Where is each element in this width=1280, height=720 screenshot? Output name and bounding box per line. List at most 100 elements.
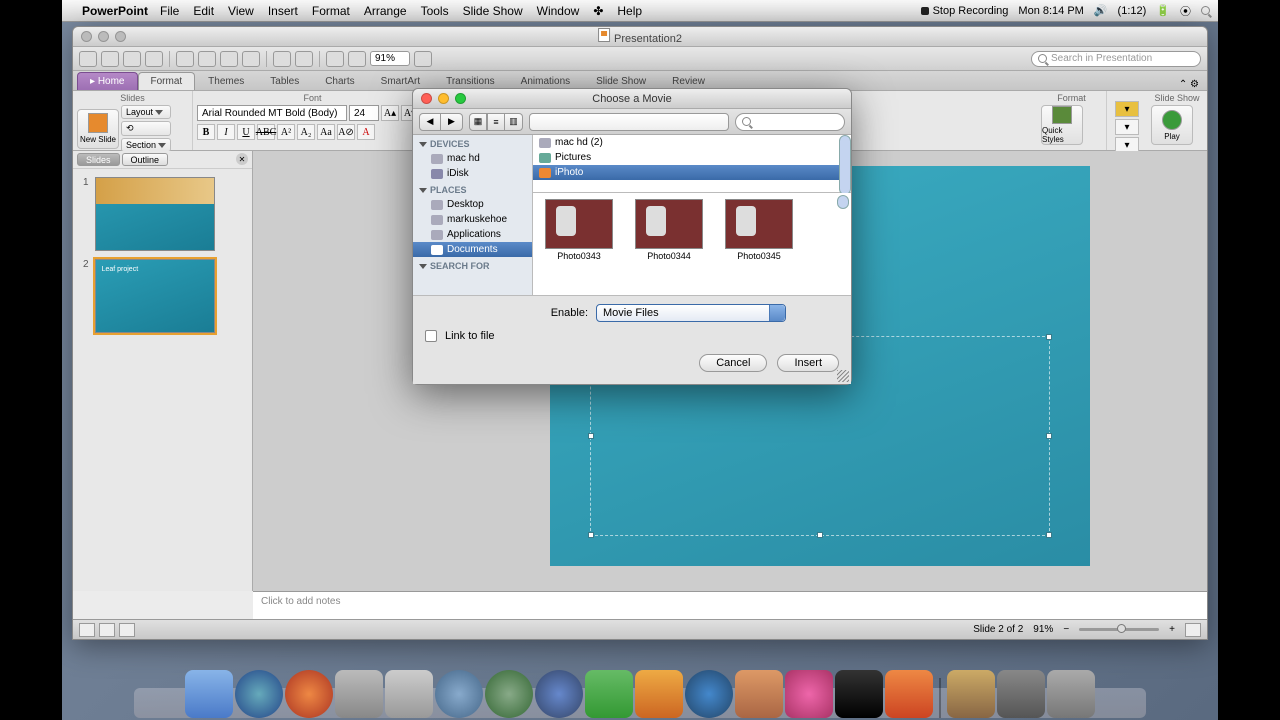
menu-arrange[interactable]: Arrange — [364, 4, 407, 18]
redo-button[interactable] — [295, 51, 313, 67]
menu-slideshow[interactable]: Slide Show — [463, 4, 523, 18]
dock-app7[interactable] — [785, 670, 833, 718]
sidebar-item-documents[interactable]: Documents — [413, 242, 532, 257]
link-to-file-checkbox[interactable] — [425, 330, 437, 342]
list-view-button[interactable]: ≡ — [487, 113, 505, 131]
format-painter-button[interactable] — [242, 51, 260, 67]
sidebar-item-home[interactable]: markuskehoe — [413, 212, 532, 227]
col-item-iphoto[interactable]: iPhoto — [533, 165, 851, 180]
path-select[interactable] — [529, 113, 729, 131]
icon-view-button[interactable]: ▦ — [469, 113, 487, 131]
zoom-select[interactable]: 91% — [370, 51, 410, 66]
tab-charts[interactable]: Charts — [312, 72, 367, 90]
dock-app8[interactable] — [835, 670, 883, 718]
dialog-minimize-button[interactable] — [438, 93, 449, 104]
superscript-button[interactable]: A² — [277, 124, 295, 140]
sidebar-item-desktop[interactable]: Desktop — [413, 197, 532, 212]
menu-window[interactable]: Window — [537, 4, 580, 18]
help-button[interactable] — [414, 51, 432, 67]
layout-button[interactable]: Layout — [121, 105, 171, 119]
sidebar-item-idisk[interactable]: iDisk — [413, 166, 532, 181]
tab-themes[interactable]: Themes — [195, 72, 257, 90]
enable-select[interactable]: Movie Files — [596, 304, 786, 322]
grid-scrollbar[interactable] — [837, 195, 849, 209]
new-button[interactable] — [79, 51, 97, 67]
nav-forward-button[interactable]: ▶ — [441, 113, 463, 131]
column-scrollbar[interactable] — [839, 135, 851, 195]
fit-button[interactable] — [1185, 623, 1201, 637]
line-button[interactable]: ▾ — [1115, 119, 1139, 135]
dock-folder2[interactable] — [997, 670, 1045, 718]
col-item-machd2[interactable]: mac hd (2) — [533, 135, 851, 150]
spotlight-icon[interactable] — [1201, 6, 1210, 15]
dock-app3[interactable] — [485, 670, 533, 718]
menu-help[interactable]: Help — [617, 4, 642, 18]
media-button[interactable] — [348, 51, 366, 67]
dock-powerpoint[interactable] — [885, 670, 933, 718]
dock-quicktime[interactable] — [685, 670, 733, 718]
thumb-photo0344[interactable]: Photo0344 — [629, 199, 709, 261]
slideshow-view-button[interactable] — [119, 623, 135, 637]
zoom-out-button[interactable]: − — [1063, 624, 1069, 635]
zoom-slider[interactable] — [1079, 628, 1159, 631]
tab-home[interactable]: ▸ Home — [77, 72, 138, 90]
zoom-in-button[interactable]: + — [1169, 624, 1175, 635]
thumb-photo0343[interactable]: Photo0343 — [539, 199, 619, 261]
dock-folder1[interactable] — [947, 670, 995, 718]
insert-button[interactable]: Insert — [777, 354, 839, 372]
tab-outline-panel[interactable]: Outline — [122, 153, 169, 166]
font-size-select[interactable]: 24 — [349, 105, 379, 121]
cancel-button[interactable]: Cancel — [699, 354, 767, 372]
script-menu-icon[interactable]: ✤ — [593, 4, 603, 18]
sidebar-search-header[interactable]: SEARCH FOR — [413, 257, 532, 273]
stop-recording[interactable]: Stop Recording — [921, 5, 1009, 17]
battery-icon[interactable]: 🔋 — [1156, 4, 1170, 17]
bold-button[interactable]: B — [197, 124, 215, 140]
print-button[interactable] — [145, 51, 163, 67]
sorter-view-button[interactable] — [99, 623, 115, 637]
menu-tools[interactable]: Tools — [421, 4, 449, 18]
open-button[interactable] — [101, 51, 119, 67]
tab-format[interactable]: Format — [138, 72, 196, 90]
ribbon-collapse[interactable]: ⌃ ⚙ — [1179, 79, 1203, 90]
resize-handle[interactable] — [837, 370, 849, 382]
font-name-select[interactable]: Arial Rounded MT Bold (Body) — [197, 105, 347, 121]
dock-itunes[interactable] — [235, 670, 283, 718]
save-button[interactable] — [123, 51, 141, 67]
search-input[interactable]: Search in Presentation — [1031, 51, 1201, 67]
copy-button[interactable] — [198, 51, 216, 67]
new-slide-button[interactable]: New Slide — [77, 109, 119, 149]
dock-app1[interactable] — [335, 670, 383, 718]
quick-styles-button[interactable]: Quick Styles — [1041, 105, 1083, 145]
volume-icon[interactable]: 🔊 — [1094, 4, 1108, 17]
notes-pane[interactable]: Click to add notes — [253, 591, 1207, 619]
play-button[interactable]: Play — [1151, 105, 1193, 145]
wifi-icon[interactable]: ⦿ — [1180, 3, 1191, 19]
close-panel-button[interactable]: ✕ — [236, 153, 248, 165]
undo-button[interactable] — [273, 51, 291, 67]
slideshow-button[interactable] — [326, 51, 344, 67]
dialog-close-button[interactable] — [421, 93, 432, 104]
slide-thumb-2[interactable]: 2 Leaf project — [83, 259, 242, 333]
menu-insert[interactable]: Insert — [268, 4, 298, 18]
dock-finder[interactable] — [185, 670, 233, 718]
clock[interactable]: Mon 8:14 PM — [1018, 5, 1083, 17]
paste-button[interactable] — [220, 51, 238, 67]
dock-app2[interactable] — [385, 670, 433, 718]
sidebar-item-applications[interactable]: Applications — [413, 227, 532, 242]
subscript-button[interactable]: A₂ — [297, 124, 315, 140]
italic-button[interactable]: I — [217, 124, 235, 140]
app-name[interactable]: PowerPoint — [82, 4, 148, 18]
minimize-button[interactable] — [98, 31, 109, 42]
menu-format[interactable]: Format — [312, 4, 350, 18]
nav-back-button[interactable]: ◀ — [419, 113, 441, 131]
dialog-search-input[interactable] — [735, 113, 845, 131]
strikethrough-button[interactable]: ABC — [257, 124, 275, 140]
normal-view-button[interactable] — [79, 623, 95, 637]
dock-trash[interactable] — [1047, 670, 1095, 718]
change-case-button[interactable]: Aa — [317, 124, 335, 140]
grow-font-button[interactable]: A▴ — [381, 105, 399, 121]
dock-safari[interactable] — [435, 670, 483, 718]
cut-button[interactable] — [176, 51, 194, 67]
font-color-button[interactable]: A — [357, 124, 375, 140]
